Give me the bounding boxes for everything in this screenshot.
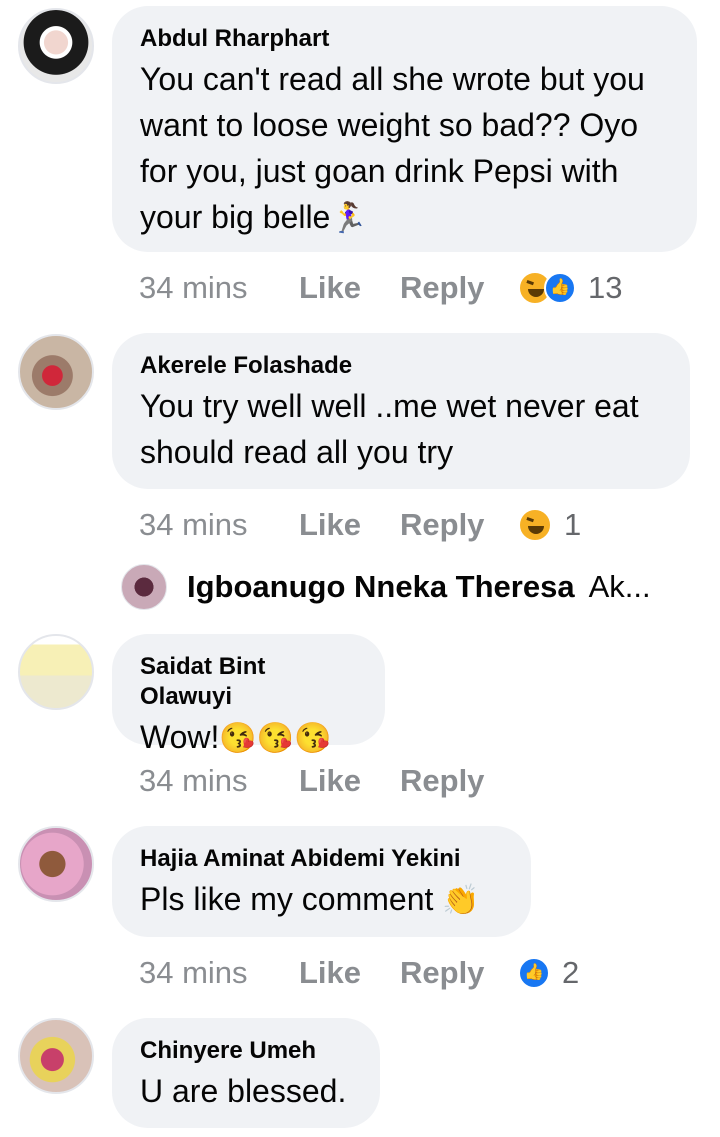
comment-actions: 34 mins Like Reply 1 xyxy=(139,505,581,545)
like-button[interactable]: Like xyxy=(299,270,400,306)
comment-timestamp[interactable]: 34 mins xyxy=(139,507,299,543)
like-button[interactable]: Like xyxy=(299,507,400,543)
comment-timestamp[interactable]: 34 mins xyxy=(139,763,299,799)
reaction-count: 13 xyxy=(588,270,623,305)
comment-author-name[interactable]: Hajia Aminat Abidemi Yekini xyxy=(140,844,503,874)
avatar[interactable] xyxy=(18,1018,94,1094)
comment-bubble[interactable]: Saidat Bint Olawuyi Wow!😘😘😘 xyxy=(112,634,385,755)
reply-snippet: Ak... xyxy=(588,569,651,604)
reaction-summary[interactable]: 👍 2 xyxy=(518,955,579,991)
comment-text: U are blessed. xyxy=(140,1073,347,1109)
reply-author-name[interactable]: Igboanugo Nneka Theresa xyxy=(187,569,575,605)
reply-preview[interactable]: Igboanugo Nneka Theresa Ak... xyxy=(121,564,651,610)
reaction-summary[interactable]: 1 xyxy=(518,507,581,543)
clapping-hands-emoji: 👏 xyxy=(442,884,480,917)
reply-avatar[interactable] xyxy=(121,564,167,610)
reply-button[interactable]: Reply xyxy=(400,763,518,799)
comment-author-name[interactable]: Akerele Folashade xyxy=(140,351,662,381)
reaction-count: 2 xyxy=(562,955,580,990)
comment-text: Pls like my comment 👏 xyxy=(140,881,480,917)
comment-bubble[interactable]: Akerele Folashade You try well well ..me… xyxy=(112,333,690,489)
reaction-count: 1 xyxy=(564,507,582,542)
comment-timestamp[interactable]: 34 mins xyxy=(139,955,299,991)
comment-author-name[interactable]: Abdul Rharphart xyxy=(140,24,669,54)
comment-text: Wow!😘😘😘 xyxy=(140,719,332,755)
laugh-reaction-icon xyxy=(518,508,552,542)
comment-actions: 34 mins Like Reply 👍 2 xyxy=(139,953,579,993)
avatar[interactable] xyxy=(18,826,94,902)
running-woman-emoji: 🏃‍♀️ xyxy=(330,202,368,235)
comment-actions: 34 mins Like Reply xyxy=(139,761,518,801)
comment-bubble[interactable]: Chinyere Umeh U are blessed. xyxy=(112,1018,380,1128)
reply-button[interactable]: Reply xyxy=(400,270,518,306)
like-button[interactable]: Like xyxy=(299,763,400,799)
like-button[interactable]: Like xyxy=(299,955,400,991)
comment-text: You try well well ..me wet never eat sho… xyxy=(140,388,639,470)
like-reaction-icon: 👍 xyxy=(518,957,550,989)
comment-bubble[interactable]: Abdul Rharphart You can't read all she w… xyxy=(112,6,697,252)
like-reaction-icon: 👍 xyxy=(544,272,576,304)
comment-actions: 34 mins Like Reply 👍 13 xyxy=(139,268,622,308)
avatar[interactable] xyxy=(18,334,94,410)
avatar[interactable] xyxy=(18,634,94,710)
comment-timestamp[interactable]: 34 mins xyxy=(139,270,299,306)
comment-text: You can't read all she wrote but you wan… xyxy=(140,61,645,235)
reaction-summary[interactable]: 👍 13 xyxy=(518,270,622,306)
kissing-face-emoji: 😘😘😘 xyxy=(219,722,332,755)
comment-author-name[interactable]: Chinyere Umeh xyxy=(140,1036,352,1066)
comment-bubble[interactable]: Hajia Aminat Abidemi Yekini Pls like my … xyxy=(112,826,531,937)
reply-button[interactable]: Reply xyxy=(400,507,518,543)
reply-button[interactable]: Reply xyxy=(400,955,518,991)
avatar[interactable] xyxy=(18,8,94,84)
comment-author-name[interactable]: Saidat Bint Olawuyi xyxy=(140,652,357,712)
